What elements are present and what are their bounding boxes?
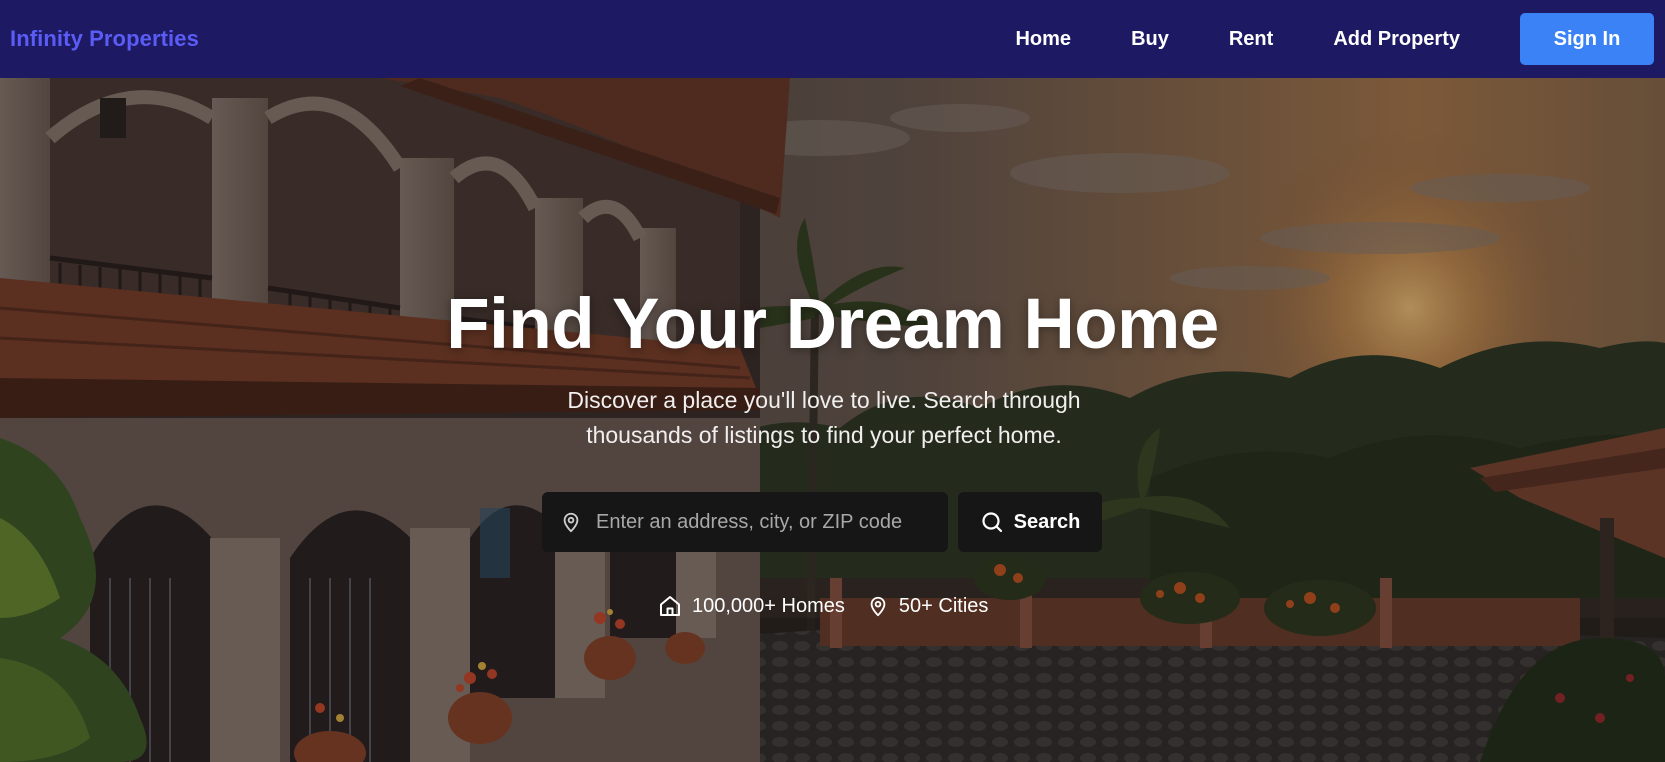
search-input-container[interactable] bbox=[542, 492, 948, 552]
hero-title: Find Your Dream Home bbox=[446, 285, 1219, 364]
map-pin-icon bbox=[867, 594, 889, 618]
map-pin-icon bbox=[560, 510, 582, 534]
nav-link-home[interactable]: Home bbox=[1015, 28, 1071, 51]
search-button[interactable]: Search bbox=[958, 492, 1102, 552]
home-icon bbox=[658, 594, 682, 618]
hero-content: Find Your Dream Home Discover a place yo… bbox=[0, 78, 1665, 762]
nav-link-add-property[interactable]: Add Property bbox=[1333, 28, 1460, 51]
sign-in-button[interactable]: Sign In bbox=[1520, 13, 1654, 65]
search-input[interactable] bbox=[594, 509, 928, 535]
stat-homes: 100,000+ Homes bbox=[658, 594, 845, 618]
nav-links: Home Buy Rent Add Property bbox=[1015, 28, 1460, 51]
nav-link-rent[interactable]: Rent bbox=[1229, 28, 1273, 51]
stat-homes-text: 100,000+ Homes bbox=[692, 594, 845, 617]
stat-cities-text: 50+ Cities bbox=[898, 594, 989, 617]
hero-section: Find Your Dream Home Discover a place yo… bbox=[0, 78, 1665, 762]
stat-cities: 50+ Cities bbox=[867, 594, 989, 618]
navbar: Infinity Properties Home Buy Rent Add Pr… bbox=[0, 0, 1665, 78]
search-bar: Search bbox=[542, 492, 1102, 552]
nav-link-buy[interactable]: Buy bbox=[1131, 28, 1169, 51]
search-button-label: Search bbox=[1013, 510, 1081, 533]
brand-logo-link[interactable]: Infinity Properties bbox=[10, 26, 199, 52]
search-icon bbox=[980, 510, 1004, 534]
stats-row: 100,000+ Homes 50+ Cities bbox=[658, 594, 988, 618]
hero-subtitle: Discover a place you'll love to live. Se… bbox=[567, 387, 1081, 448]
